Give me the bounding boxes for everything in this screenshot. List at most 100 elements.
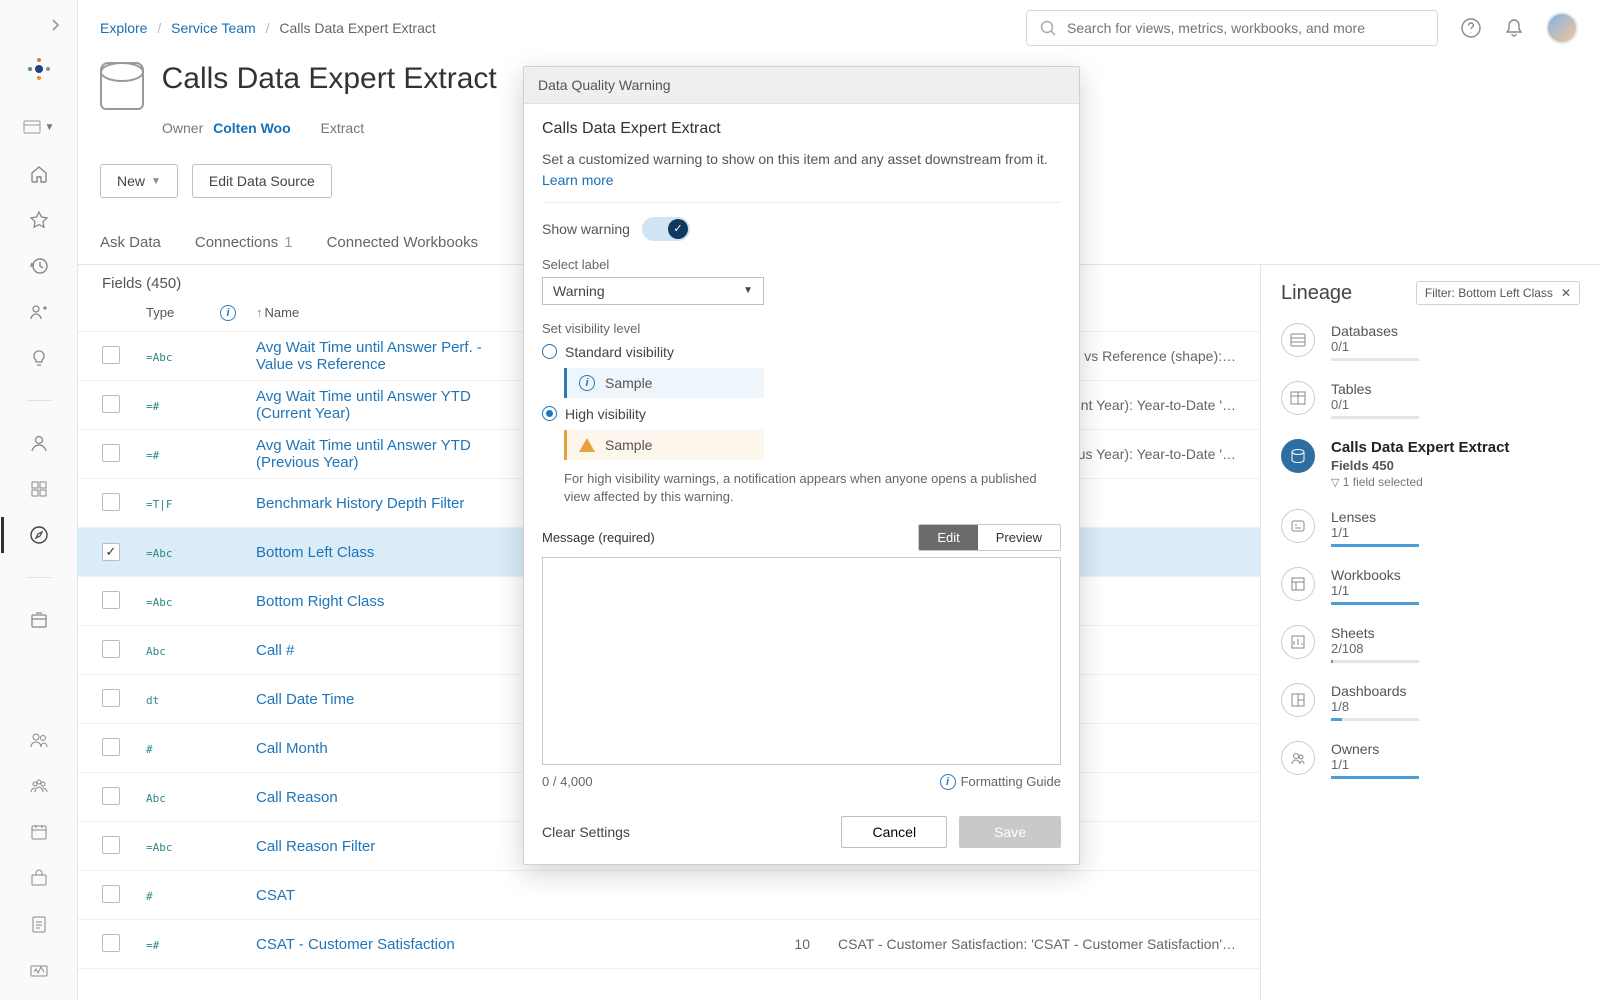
lineage-item[interactable]: Calls Data Expert Extract Fields 450 ▽ 1… — [1281, 439, 1580, 489]
table-row[interactable]: =# CSAT - Customer Satisfaction 10CSAT -… — [78, 920, 1260, 969]
site-selector[interactable]: ▼ — [23, 120, 55, 134]
field-type-icon: =Abc — [146, 596, 173, 609]
field-name-link[interactable]: CSAT - Customer Satisfaction — [256, 936, 455, 953]
search-input[interactable] — [1067, 20, 1425, 36]
learn-more-link[interactable]: Learn more — [542, 172, 614, 188]
help-icon[interactable] — [1460, 17, 1482, 39]
field-name-link[interactable]: Call Reason — [256, 789, 338, 806]
lineage-item[interactable]: Dashboards 1/8 — [1281, 683, 1580, 721]
row-checkbox[interactable] — [102, 346, 120, 364]
dialog-title: Data Quality Warning — [524, 67, 1079, 104]
shared-icon[interactable] — [29, 302, 49, 322]
favorites-icon[interactable] — [29, 210, 49, 230]
row-checkbox[interactable] — [102, 836, 120, 854]
field-name-link[interactable]: Avg Wait Time until Answer YTD (Previous… — [256, 437, 471, 471]
label-select[interactable]: Warning▼ — [542, 277, 764, 305]
cancel-button[interactable]: Cancel — [841, 816, 947, 848]
show-warning-label: Show warning — [542, 221, 630, 237]
show-warning-toggle[interactable]: ✓ — [642, 217, 690, 241]
edit-tab[interactable]: Edit — [919, 525, 977, 550]
lineage-item[interactable]: Workbooks 1/1 — [1281, 567, 1580, 605]
close-icon[interactable]: ✕ — [1561, 286, 1571, 300]
row-checkbox[interactable]: ✓ — [102, 543, 120, 561]
preview-tab[interactable]: Preview — [978, 525, 1060, 550]
global-search[interactable] — [1026, 10, 1438, 46]
tab-connections[interactable]: Connections1 — [195, 234, 293, 251]
formatting-guide-link[interactable]: iFormatting Guide — [940, 774, 1061, 790]
recommendations-icon[interactable] — [29, 348, 49, 368]
schedules-icon[interactable] — [29, 822, 49, 842]
table-row[interactable]: # CSAT — [78, 871, 1260, 920]
external-assets-icon[interactable] — [29, 610, 49, 630]
clear-settings-button[interactable]: Clear Settings — [542, 824, 630, 840]
field-name-link[interactable]: Avg Wait Time until Answer YTD (Current … — [256, 388, 471, 422]
nav-bottom — [29, 730, 49, 980]
users-icon[interactable] — [29, 730, 49, 750]
home-icon[interactable] — [29, 164, 49, 184]
lineage-panel: Lineage Filter: Bottom Left Class ✕ Data… — [1260, 265, 1600, 1000]
tab-ask-data[interactable]: Ask Data — [100, 234, 161, 251]
field-name-link[interactable]: Call # — [256, 642, 294, 659]
new-button[interactable]: New ▼ — [100, 164, 178, 198]
field-name-link[interactable]: Call Month — [256, 740, 328, 757]
crumb-current: Calls Data Expert Extract — [279, 20, 435, 36]
row-checkbox[interactable] — [102, 395, 120, 413]
lineage-item[interactable]: Sheets 2/108 — [1281, 625, 1580, 663]
high-visibility-radio[interactable]: High visibility — [542, 406, 1061, 422]
col-type[interactable]: Type — [146, 305, 220, 320]
field-name-link[interactable]: Bottom Left Class — [256, 544, 374, 561]
field-type-icon: =# — [146, 939, 159, 952]
tasks-icon[interactable] — [29, 914, 49, 934]
owner-link[interactable]: Colten Woo — [213, 120, 291, 136]
lineage-item[interactable]: Databases 0/1 — [1281, 323, 1580, 361]
lineage-filter-chip[interactable]: Filter: Bottom Left Class ✕ — [1416, 281, 1580, 305]
collections-icon[interactable] — [29, 479, 49, 499]
field-name-link[interactable]: Benchmark History Depth Filter — [256, 495, 464, 512]
row-checkbox[interactable] — [102, 885, 120, 903]
row-checkbox[interactable] — [102, 591, 120, 609]
row-checkbox[interactable] — [102, 640, 120, 658]
row-checkbox[interactable] — [102, 493, 120, 511]
lineage-item[interactable]: Tables 0/1 — [1281, 381, 1580, 419]
row-checkbox[interactable] — [102, 934, 120, 952]
site-status-icon[interactable] — [29, 960, 49, 980]
lineage-sheet-icon — [1281, 625, 1315, 659]
standard-visibility-radio[interactable]: Standard visibility — [542, 344, 1061, 360]
crumb-explore[interactable]: Explore — [100, 20, 147, 36]
notifications-icon[interactable] — [1504, 17, 1524, 39]
data-quality-warning-dialog: Data Quality Warning Calls Data Expert E… — [523, 66, 1080, 865]
personal-space-icon[interactable] — [29, 433, 49, 453]
tab-connected-workbooks[interactable]: Connected Workbooks — [327, 234, 478, 251]
collapse-rail-button[interactable] — [49, 18, 63, 32]
recents-icon[interactable] — [29, 256, 49, 276]
groups-icon[interactable] — [29, 776, 49, 796]
field-name-link[interactable]: Call Reason Filter — [256, 838, 375, 855]
row-checkbox[interactable] — [102, 444, 120, 462]
row-checkbox[interactable] — [102, 689, 120, 707]
top-bar: Explore / Service Team / Calls Data Expe… — [78, 0, 1600, 56]
row-checkbox[interactable] — [102, 787, 120, 805]
field-name-link[interactable]: Call Date Time — [256, 691, 354, 708]
field-type-icon: dt — [146, 694, 159, 707]
edit-datasource-button[interactable]: Edit Data Source — [192, 164, 332, 198]
field-name-link[interactable]: Avg Wait Time until Answer Perf. - Value… — [256, 339, 482, 373]
crumb-team[interactable]: Service Team — [171, 20, 256, 36]
lineage-item[interactable]: Owners 1/1 — [1281, 741, 1580, 779]
col-name[interactable]: ↑Name — [256, 305, 506, 320]
save-button[interactable]: Save — [959, 816, 1061, 848]
field-type-icon: =# — [146, 400, 159, 413]
message-mode-tabs[interactable]: Edit Preview — [918, 524, 1061, 551]
lineage-dash-icon — [1281, 683, 1315, 717]
breadcrumb: Explore / Service Team / Calls Data Expe… — [100, 20, 436, 36]
field-name-link[interactable]: CSAT — [256, 887, 295, 904]
lineage-wb-icon — [1281, 567, 1315, 601]
user-avatar[interactable] — [1546, 12, 1578, 44]
jobs-icon[interactable] — [29, 868, 49, 888]
lineage-item[interactable]: Lenses 1/1 — [1281, 509, 1580, 547]
row-checkbox[interactable] — [102, 738, 120, 756]
message-textarea[interactable] — [542, 557, 1061, 765]
dialog-description: Set a customized warning to show on this… — [542, 150, 1061, 170]
sensitivity-col-icon[interactable]: i — [220, 305, 236, 321]
field-name-link[interactable]: Bottom Right Class — [256, 593, 384, 610]
explore-icon[interactable] — [29, 525, 49, 545]
